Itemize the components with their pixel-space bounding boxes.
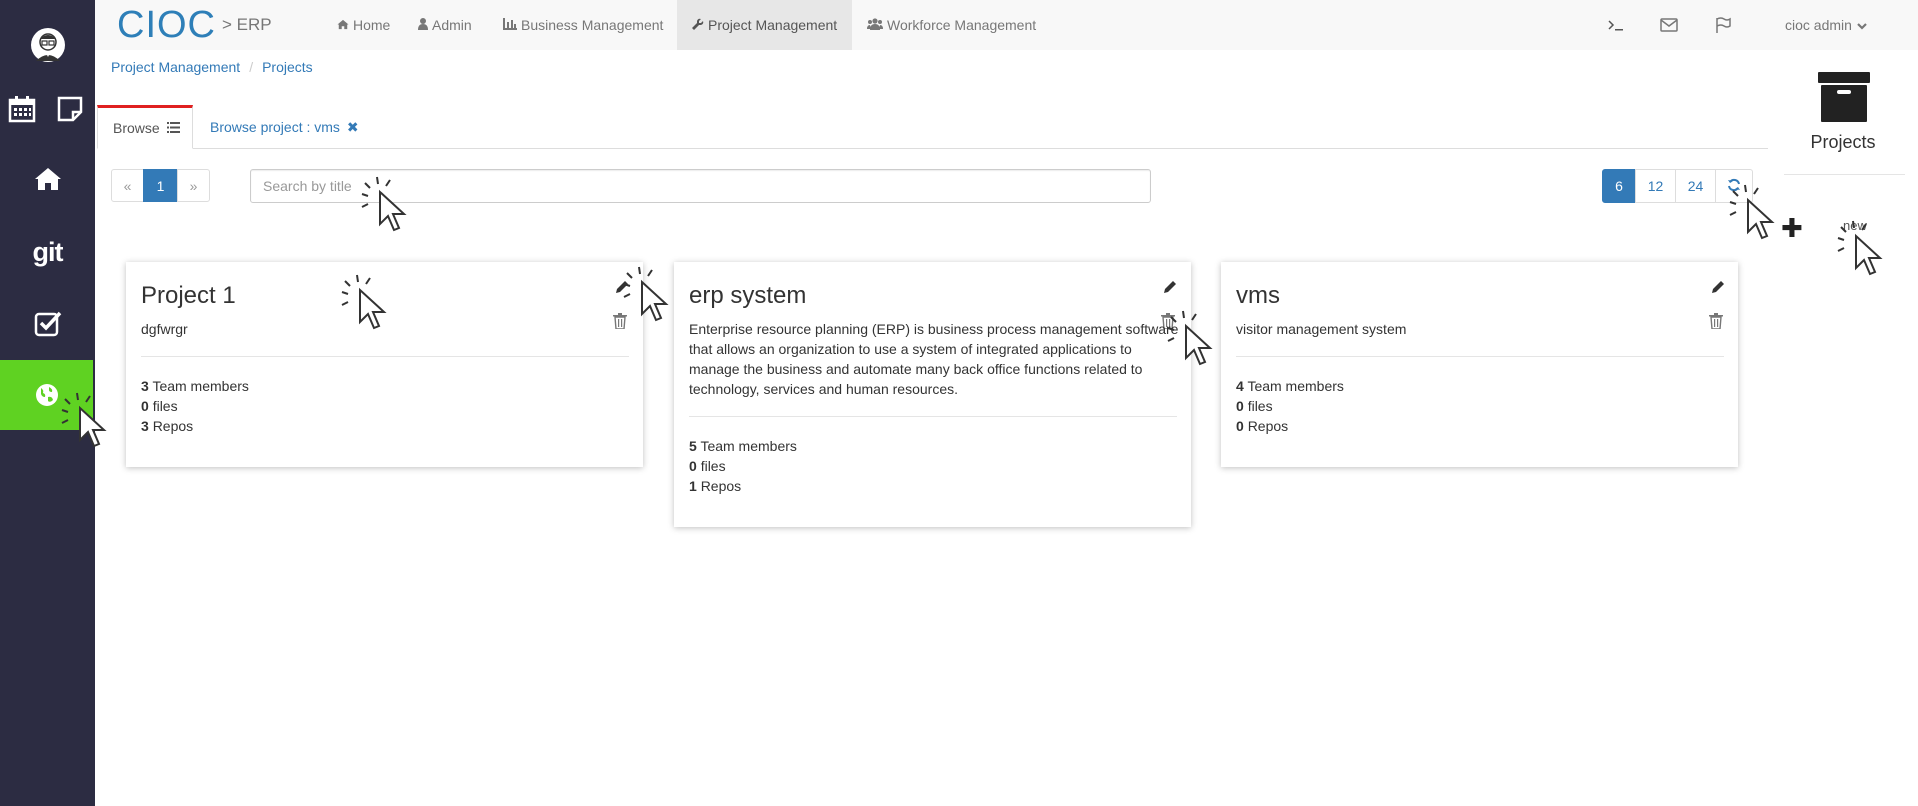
project-title[interactable]: vms (1236, 282, 1280, 310)
project-title[interactable]: Project 1 (141, 282, 236, 310)
tab-vms-label: Browse project : vms (210, 119, 340, 135)
nav-home[interactable]: Home (322, 0, 405, 50)
repos-label: Repos (1247, 418, 1289, 434)
files-count: 0 (141, 398, 149, 414)
repos-count: 1 (689, 478, 697, 494)
repos-label: Repos (152, 418, 194, 434)
user-menu-label: cioc admin (1785, 17, 1852, 33)
nav-project-management-label: Project Management (708, 17, 838, 33)
project-stats: 5 Team members 0 files 1 Repos (689, 436, 797, 496)
pencil-icon[interactable] (615, 280, 631, 296)
breadcrumb: Project Management / Projects (111, 58, 313, 76)
refresh-icon (1727, 178, 1741, 195)
breadcrumb-project-management[interactable]: Project Management (111, 58, 240, 76)
checkbox-icon[interactable] (0, 300, 95, 348)
files-count: 0 (689, 458, 697, 474)
repos-label: Repos (700, 478, 742, 494)
nav-business-management-label: Business Management (521, 17, 664, 33)
terminal-icon[interactable] (1608, 0, 1624, 50)
pagination-page-1[interactable]: 1 (143, 169, 178, 202)
card-divider (1236, 356, 1724, 357)
tab-browse-project-vms[interactable]: Browse project : vms ✖ (195, 105, 374, 149)
new-project-button[interactable]: new (1843, 218, 1867, 233)
nav-business-management[interactable]: Business Management (488, 0, 678, 50)
user-avatar[interactable] (0, 0, 95, 90)
project-card[interactable]: erp system Enterprise resource planning … (674, 262, 1191, 527)
team-members-label: Team members (700, 438, 797, 454)
team-members-label: Team members (152, 378, 249, 394)
envelope-icon[interactable] (1660, 0, 1678, 50)
chevron-down-icon (1857, 17, 1867, 33)
project-card[interactable]: Project 1 dgfwrgr 3 Team members 0 files… (126, 262, 643, 467)
card-divider (141, 356, 629, 357)
nav-admin-label: Admin (432, 17, 472, 33)
git-icon[interactable]: git (0, 228, 95, 276)
pencil-icon[interactable] (1711, 280, 1727, 296)
panel-divider (1784, 174, 1905, 175)
sidebar: git (0, 0, 95, 806)
nav-workforce-management-label: Workforce Management (887, 17, 1037, 33)
top-navbar: CIOC > ERP Home Admin Business Managemen… (95, 0, 1918, 50)
project-card[interactable]: vms visitor management system 4 Team mem… (1221, 262, 1738, 467)
card-divider (689, 416, 1177, 417)
pencil-icon[interactable] (1163, 280, 1179, 296)
pagination-prev-button[interactable]: « (111, 169, 144, 202)
project-stats: 3 Team members 0 files 3 Repos (141, 376, 249, 436)
project-description: dgfwrgr (141, 321, 188, 337)
archive-icon (1818, 72, 1870, 122)
plus-icon[interactable]: ✚ (1781, 215, 1803, 241)
nav-home-label: Home (353, 17, 391, 33)
home-icon (337, 1, 349, 51)
globe-icon[interactable] (0, 360, 93, 430)
team-members-count: 3 (141, 378, 149, 394)
brand-subtitle: > ERP (222, 15, 272, 34)
bar-chart-icon (503, 1, 517, 51)
page-size-24[interactable]: 24 (1675, 169, 1716, 203)
brand-logo[interactable]: CIOC (117, 5, 216, 45)
page-size-12[interactable]: 12 (1635, 169, 1676, 203)
refresh-button[interactable] (1715, 169, 1753, 203)
files-label: files (152, 398, 178, 414)
wrench-icon (692, 1, 704, 51)
breadcrumb-separator: / (249, 59, 254, 75)
team-members-count: 4 (1236, 378, 1244, 394)
project-stats: 4 Team members 0 files 0 Repos (1236, 376, 1344, 436)
breadcrumb-projects[interactable]: Projects (262, 58, 313, 76)
page-size-6[interactable]: 6 (1602, 169, 1636, 203)
team-members-count: 5 (689, 438, 697, 454)
files-label: files (700, 458, 726, 474)
home-icon[interactable] (0, 155, 95, 203)
search-input[interactable] (250, 169, 1151, 203)
repos-count: 0 (1236, 418, 1244, 434)
team-members-label: Team members (1247, 378, 1344, 394)
project-description: visitor management system (1236, 321, 1407, 337)
avatar-icon (30, 28, 65, 62)
nav-project-management[interactable]: Project Management (677, 0, 853, 51)
project-description: Enterprise resource planning (ERP) is bu… (689, 321, 1179, 397)
tab-browse-label: Browse (113, 120, 160, 136)
panel-title: Projects (1810, 132, 1876, 152)
user-icon (418, 1, 428, 51)
pagination: « 1 » (111, 169, 210, 202)
tab-browse[interactable]: Browse (97, 105, 193, 149)
repos-count: 3 (141, 418, 149, 434)
calendar-icon[interactable] (6, 88, 38, 130)
flag-icon[interactable] (1715, 0, 1731, 50)
files-label: files (1247, 398, 1273, 414)
sticky-note-icon[interactable] (54, 88, 86, 130)
nav-admin[interactable]: Admin (403, 0, 487, 50)
pagination-next-button[interactable]: » (177, 169, 210, 202)
user-menu[interactable]: cioc admin (1785, 0, 1867, 50)
users-icon (867, 1, 883, 51)
close-icon[interactable]: ✖ (347, 119, 359, 135)
nav-workforce-management[interactable]: Workforce Management (852, 0, 1051, 50)
project-title[interactable]: erp system (689, 282, 806, 310)
files-count: 0 (1236, 398, 1244, 414)
list-icon (166, 120, 180, 136)
page-size-selector: 6 12 24 (1602, 169, 1753, 203)
